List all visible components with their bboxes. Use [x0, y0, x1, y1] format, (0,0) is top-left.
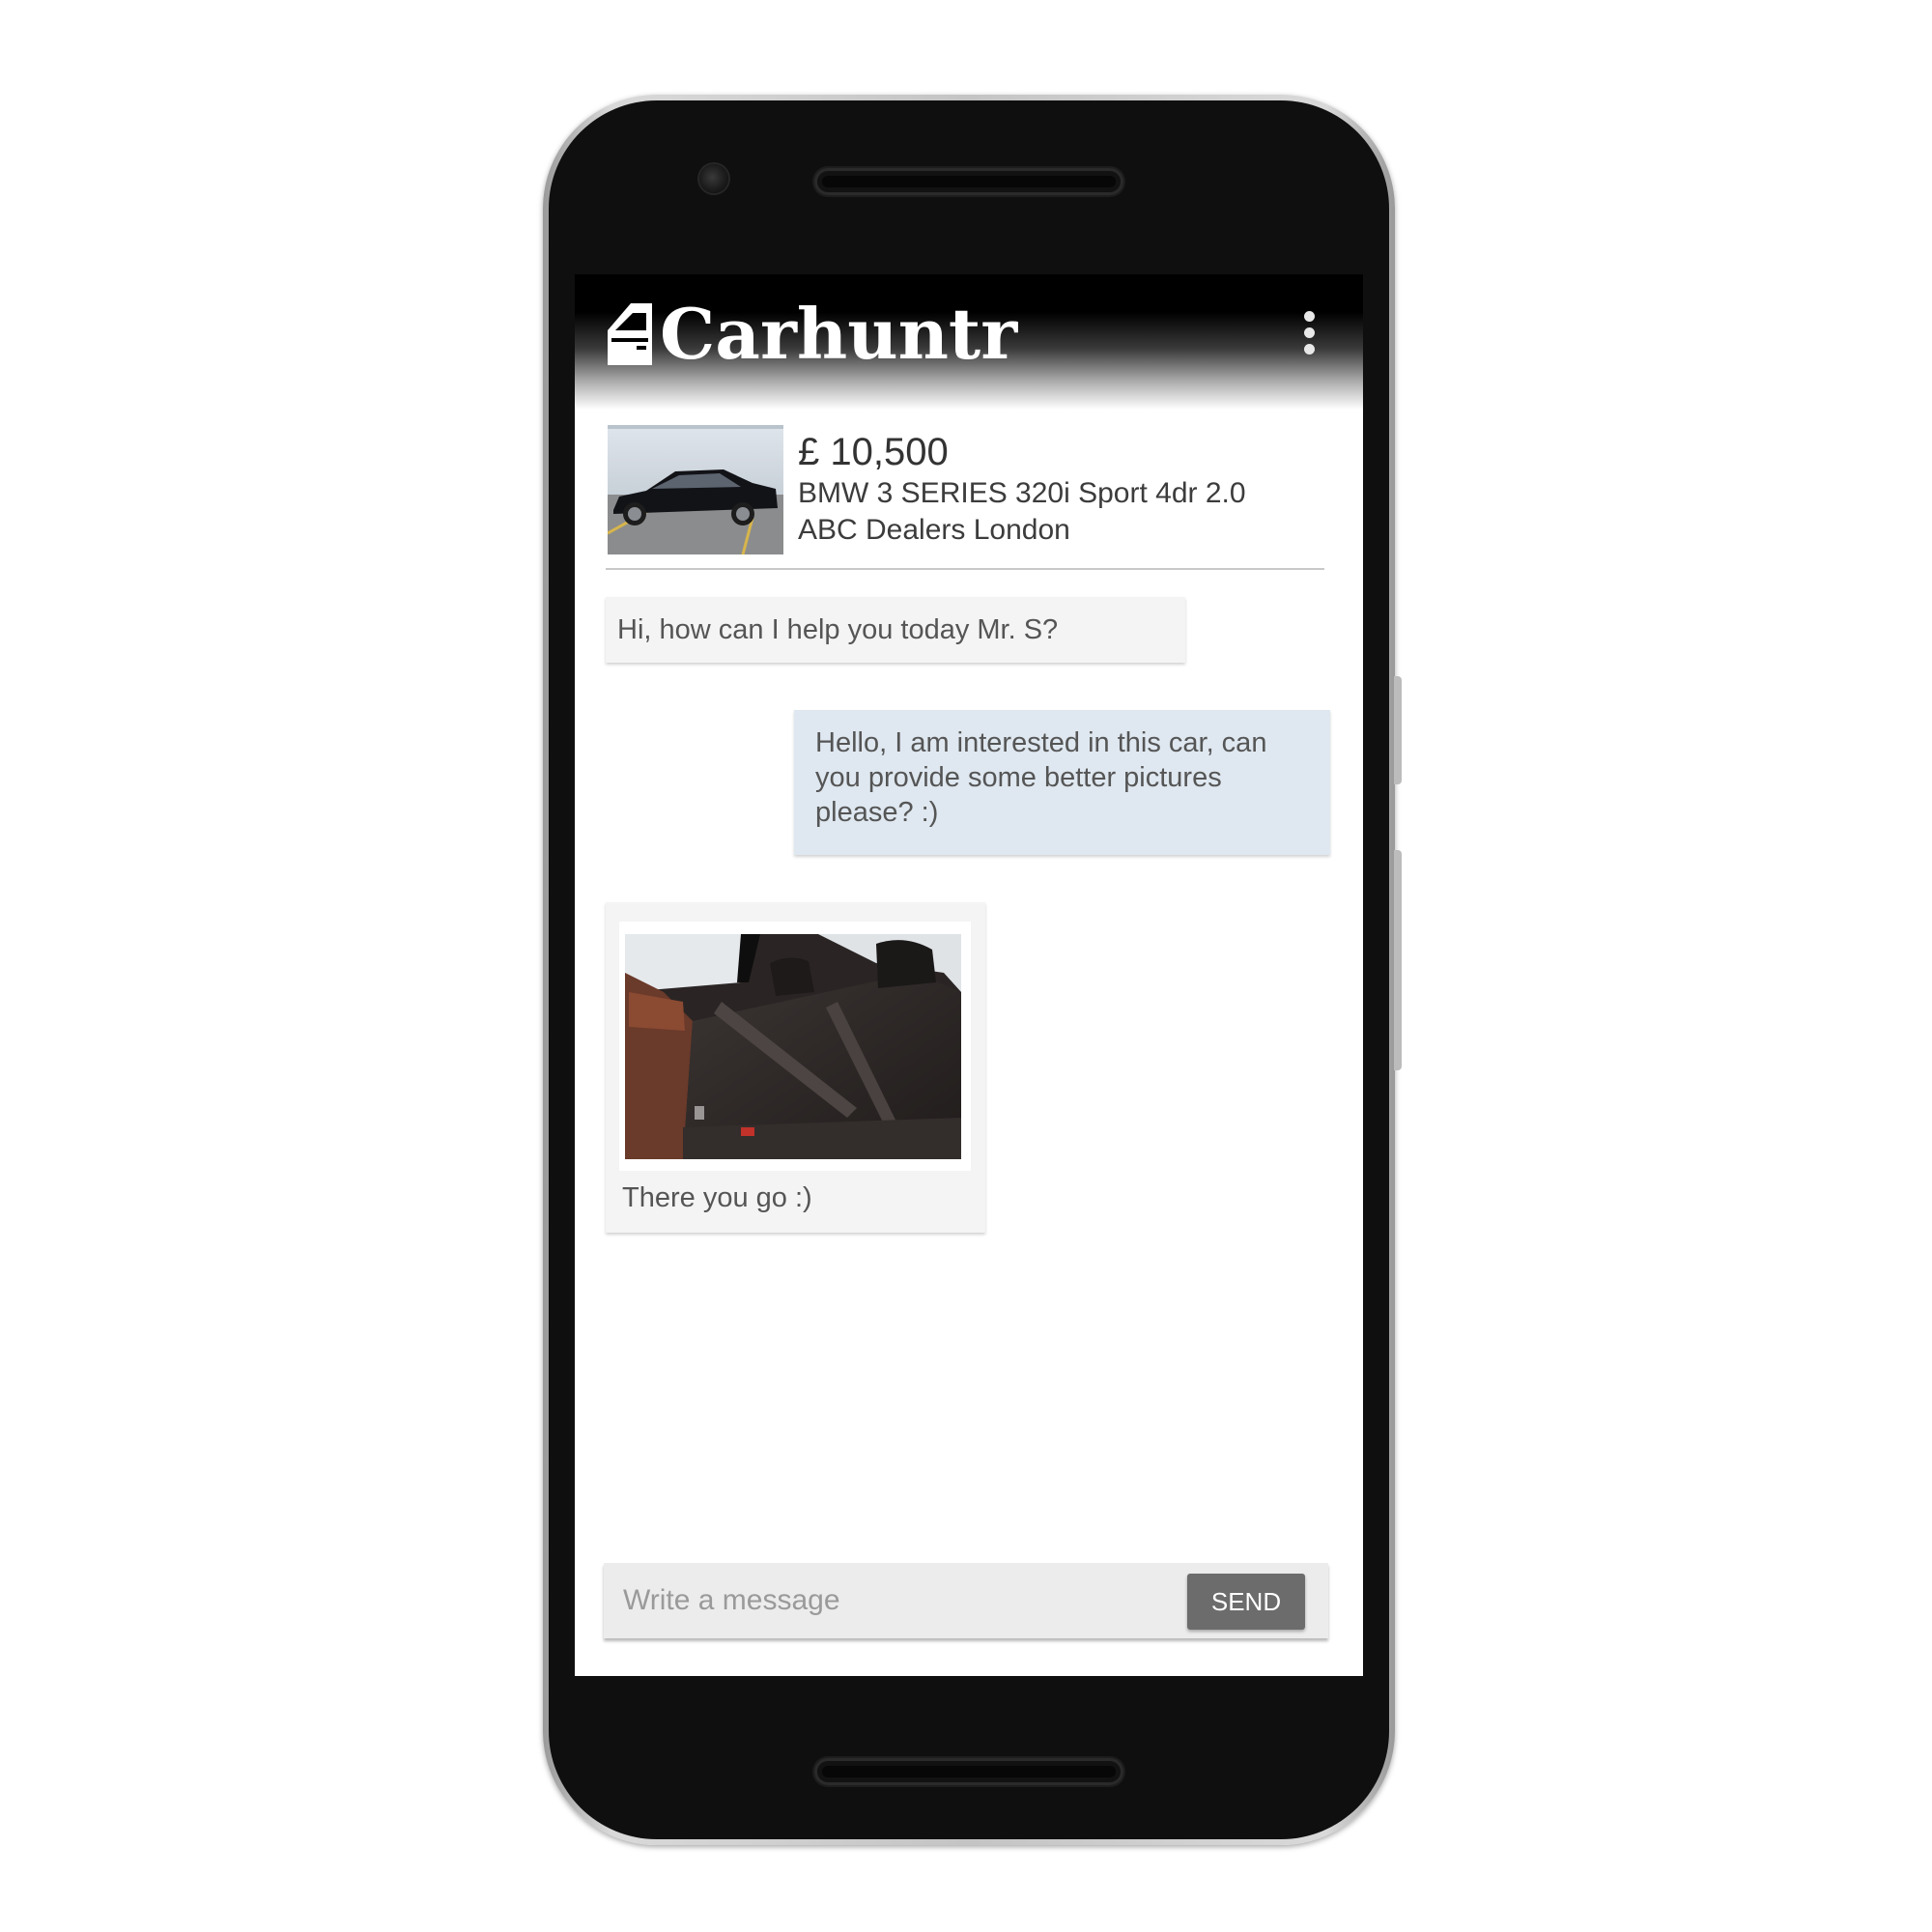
message-outgoing[interactable]: Hello, I am interested in this car, can … — [794, 710, 1330, 855]
listing-price: £ 10,500 — [798, 431, 949, 473]
car-photo — [608, 425, 783, 554]
message-incoming[interactable]: Hi, how can I help you today Mr. S? — [606, 597, 1185, 663]
listing-dealer: ABC Dealers London — [798, 514, 1070, 546]
message-composer: SEND — [604, 1563, 1328, 1638]
message-input[interactable] — [604, 1563, 1164, 1638]
divider — [606, 568, 1324, 570]
power-button — [1394, 850, 1402, 1070]
car-door-icon — [608, 303, 652, 365]
message-text: There you go :) — [622, 1182, 812, 1213]
app-bar: Carhuntr — [575, 274, 1363, 410]
listing-summary[interactable]: £ 10,500 BMW 3 SERIES 320i Sport 4dr 2.0… — [608, 425, 1324, 554]
message-image[interactable] — [619, 922, 971, 1171]
app-logo[interactable]: Carhuntr — [606, 296, 1017, 373]
listing-title: BMW 3 SERIES 320i Sport 4dr 2.0 — [798, 477, 1246, 509]
top-speaker — [814, 168, 1123, 195]
message-text: Hello, I am interested in this car, can … — [815, 727, 1267, 828]
device-mockup: Carhuntr £ 10,500 BMW 3 SERIES 320i Spor… — [0, 0, 1932, 1932]
message-text: Hi, how can I help you today Mr. S? — [617, 614, 1059, 645]
app-screen: Carhuntr £ 10,500 BMW 3 SERIES 320i Spor… — [575, 274, 1363, 1676]
front-camera — [699, 164, 728, 193]
app-name: Carhuntr — [660, 293, 1018, 375]
message-incoming-image[interactable]: There you go :) — [606, 902, 985, 1233]
more-vertical-icon[interactable] — [1290, 303, 1328, 361]
car-interior-photo — [625, 934, 961, 1159]
volume-button — [1394, 676, 1402, 784]
send-button[interactable]: SEND — [1187, 1574, 1305, 1630]
bottom-speaker — [814, 1758, 1123, 1785]
